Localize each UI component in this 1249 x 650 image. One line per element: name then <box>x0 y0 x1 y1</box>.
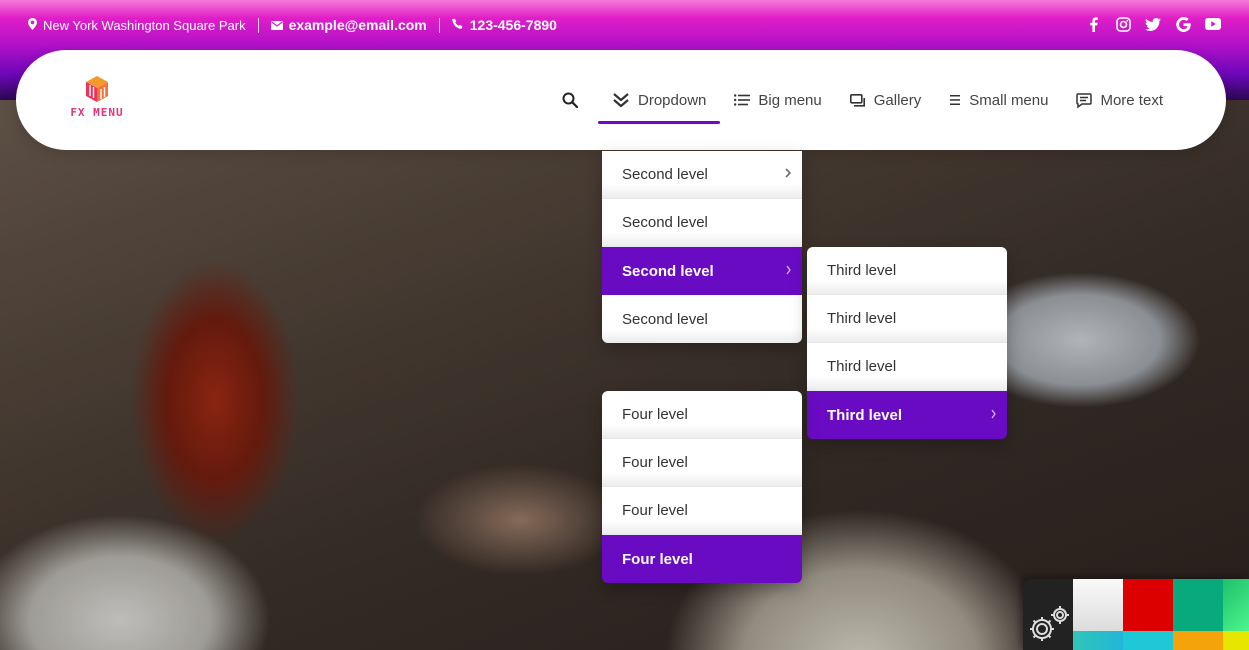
nav-item-small-menu[interactable]: Small menu <box>935 50 1062 150</box>
menu-item-label: Second level <box>622 214 708 231</box>
menu-item-label: Four level <box>622 406 688 423</box>
dropdown-third-level: Third level Third level Third level Thir… <box>807 247 1007 439</box>
nav-item-dropdown[interactable]: Dropdown <box>598 50 721 150</box>
menu-item-second-level[interactable]: Second level <box>602 151 802 199</box>
menu-item-label: Third level <box>827 262 897 279</box>
nav-item-label: Small menu <box>969 91 1049 109</box>
swatch-teal[interactable] <box>1073 631 1123 650</box>
dropdown-second-level: Second level Second level Second level S… <box>602 151 802 343</box>
settings-toggle[interactable] <box>1023 579 1073 650</box>
divider <box>257 17 259 33</box>
nav-item-more-text[interactable]: More text <box>1062 50 1177 150</box>
email-item[interactable]: example@email.com <box>270 17 427 33</box>
youtube-icon[interactable] <box>1205 16 1221 32</box>
menu-item-label: Four level <box>622 550 693 568</box>
phone-icon <box>451 18 464 33</box>
address-item: New York Washington Square Park <box>28 17 246 33</box>
submenu-arrow-icon <box>991 408 997 422</box>
menu-item-label: Four level <box>622 454 688 471</box>
nav-item-label: More text <box>1100 91 1163 109</box>
double-chevron-down-icon <box>612 92 630 108</box>
gallery-icon <box>849 93 866 107</box>
menu-item-label: Second level <box>622 262 714 280</box>
menu-item-third-level[interactable]: Third level <box>807 247 1007 295</box>
swatch-green[interactable] <box>1173 579 1223 631</box>
menu-item-label: Third level <box>827 406 903 424</box>
cube-logo-icon <box>86 76 108 102</box>
nav-menu: Dropdown Big menu Gallery Small menu Mor… <box>562 50 1177 150</box>
swatch-cyan[interactable] <box>1123 631 1173 650</box>
envelope-icon <box>270 18 283 33</box>
menu-item-third-level[interactable]: Third level <box>807 295 1007 343</box>
menu-item-label: Second level <box>622 310 708 328</box>
email-text[interactable]: example@email.com <box>289 17 427 33</box>
nav-item-label: Big menu <box>758 91 822 109</box>
menu-item-four-level[interactable]: Four level <box>602 439 802 487</box>
swatch-yellow[interactable] <box>1223 631 1249 650</box>
swatch-orange[interactable] <box>1173 631 1223 650</box>
gear-icon <box>1026 603 1070 648</box>
menu-lines-icon <box>949 94 961 106</box>
nav-item-big-menu[interactable]: Big menu <box>720 50 835 150</box>
swatch-lime[interactable] <box>1223 579 1249 631</box>
phone-item[interactable]: 123-456-7890 <box>451 17 557 33</box>
submenu-arrow-icon <box>786 264 792 278</box>
menu-item-four-level-active[interactable]: Four level <box>602 535 802 583</box>
menu-item-four-level[interactable]: Four level <box>602 391 802 439</box>
brand-logo[interactable]: FX MENU <box>64 74 130 122</box>
list-icon <box>734 94 751 106</box>
location-pin-icon <box>28 17 37 33</box>
menu-item-second-level[interactable]: Second level <box>602 295 802 343</box>
twitter-icon[interactable] <box>1145 16 1161 32</box>
dropdown-four-level: Four level Four level Four level Four le… <box>602 391 802 583</box>
color-switcher <box>1023 579 1249 650</box>
menu-item-third-level-active[interactable]: Third level <box>807 391 1007 439</box>
menu-item-second-level[interactable]: Second level <box>602 199 802 247</box>
address-text: New York Washington Square Park <box>43 17 246 33</box>
menu-item-label: Third level <box>827 358 897 375</box>
chevron-right-icon <box>784 167 792 182</box>
menu-item-third-level[interactable]: Third level <box>807 343 1007 391</box>
divider <box>438 17 440 33</box>
phone-text[interactable]: 123-456-7890 <box>470 17 557 33</box>
menu-item-second-level-active[interactable]: Second level <box>602 247 802 295</box>
color-swatches <box>1073 579 1249 650</box>
facebook-icon[interactable] <box>1085 16 1101 32</box>
logo-text: FX MENU <box>70 106 124 119</box>
nav-item-label: Gallery <box>873 91 922 109</box>
menu-item-four-level[interactable]: Four level <box>602 487 802 535</box>
swatch-red[interactable] <box>1123 579 1173 631</box>
search-icon <box>562 92 578 108</box>
menu-item-label: Third level <box>827 310 897 327</box>
social-links <box>1085 16 1221 32</box>
nav-item-gallery[interactable]: Gallery <box>836 50 936 150</box>
instagram-icon[interactable] <box>1115 16 1131 32</box>
main-navbar: FX MENU Dropdown Big menu Gallery Small … <box>16 50 1226 150</box>
chat-icon <box>1076 92 1093 108</box>
google-icon[interactable] <box>1175 16 1191 32</box>
search-button[interactable] <box>562 50 598 150</box>
contact-info: New York Washington Square Park example@… <box>28 16 557 34</box>
menu-item-label: Four level <box>622 502 688 519</box>
nav-item-label: Dropdown <box>638 91 707 109</box>
menu-item-label: Second level <box>622 166 708 183</box>
swatch-light[interactable] <box>1073 579 1123 631</box>
